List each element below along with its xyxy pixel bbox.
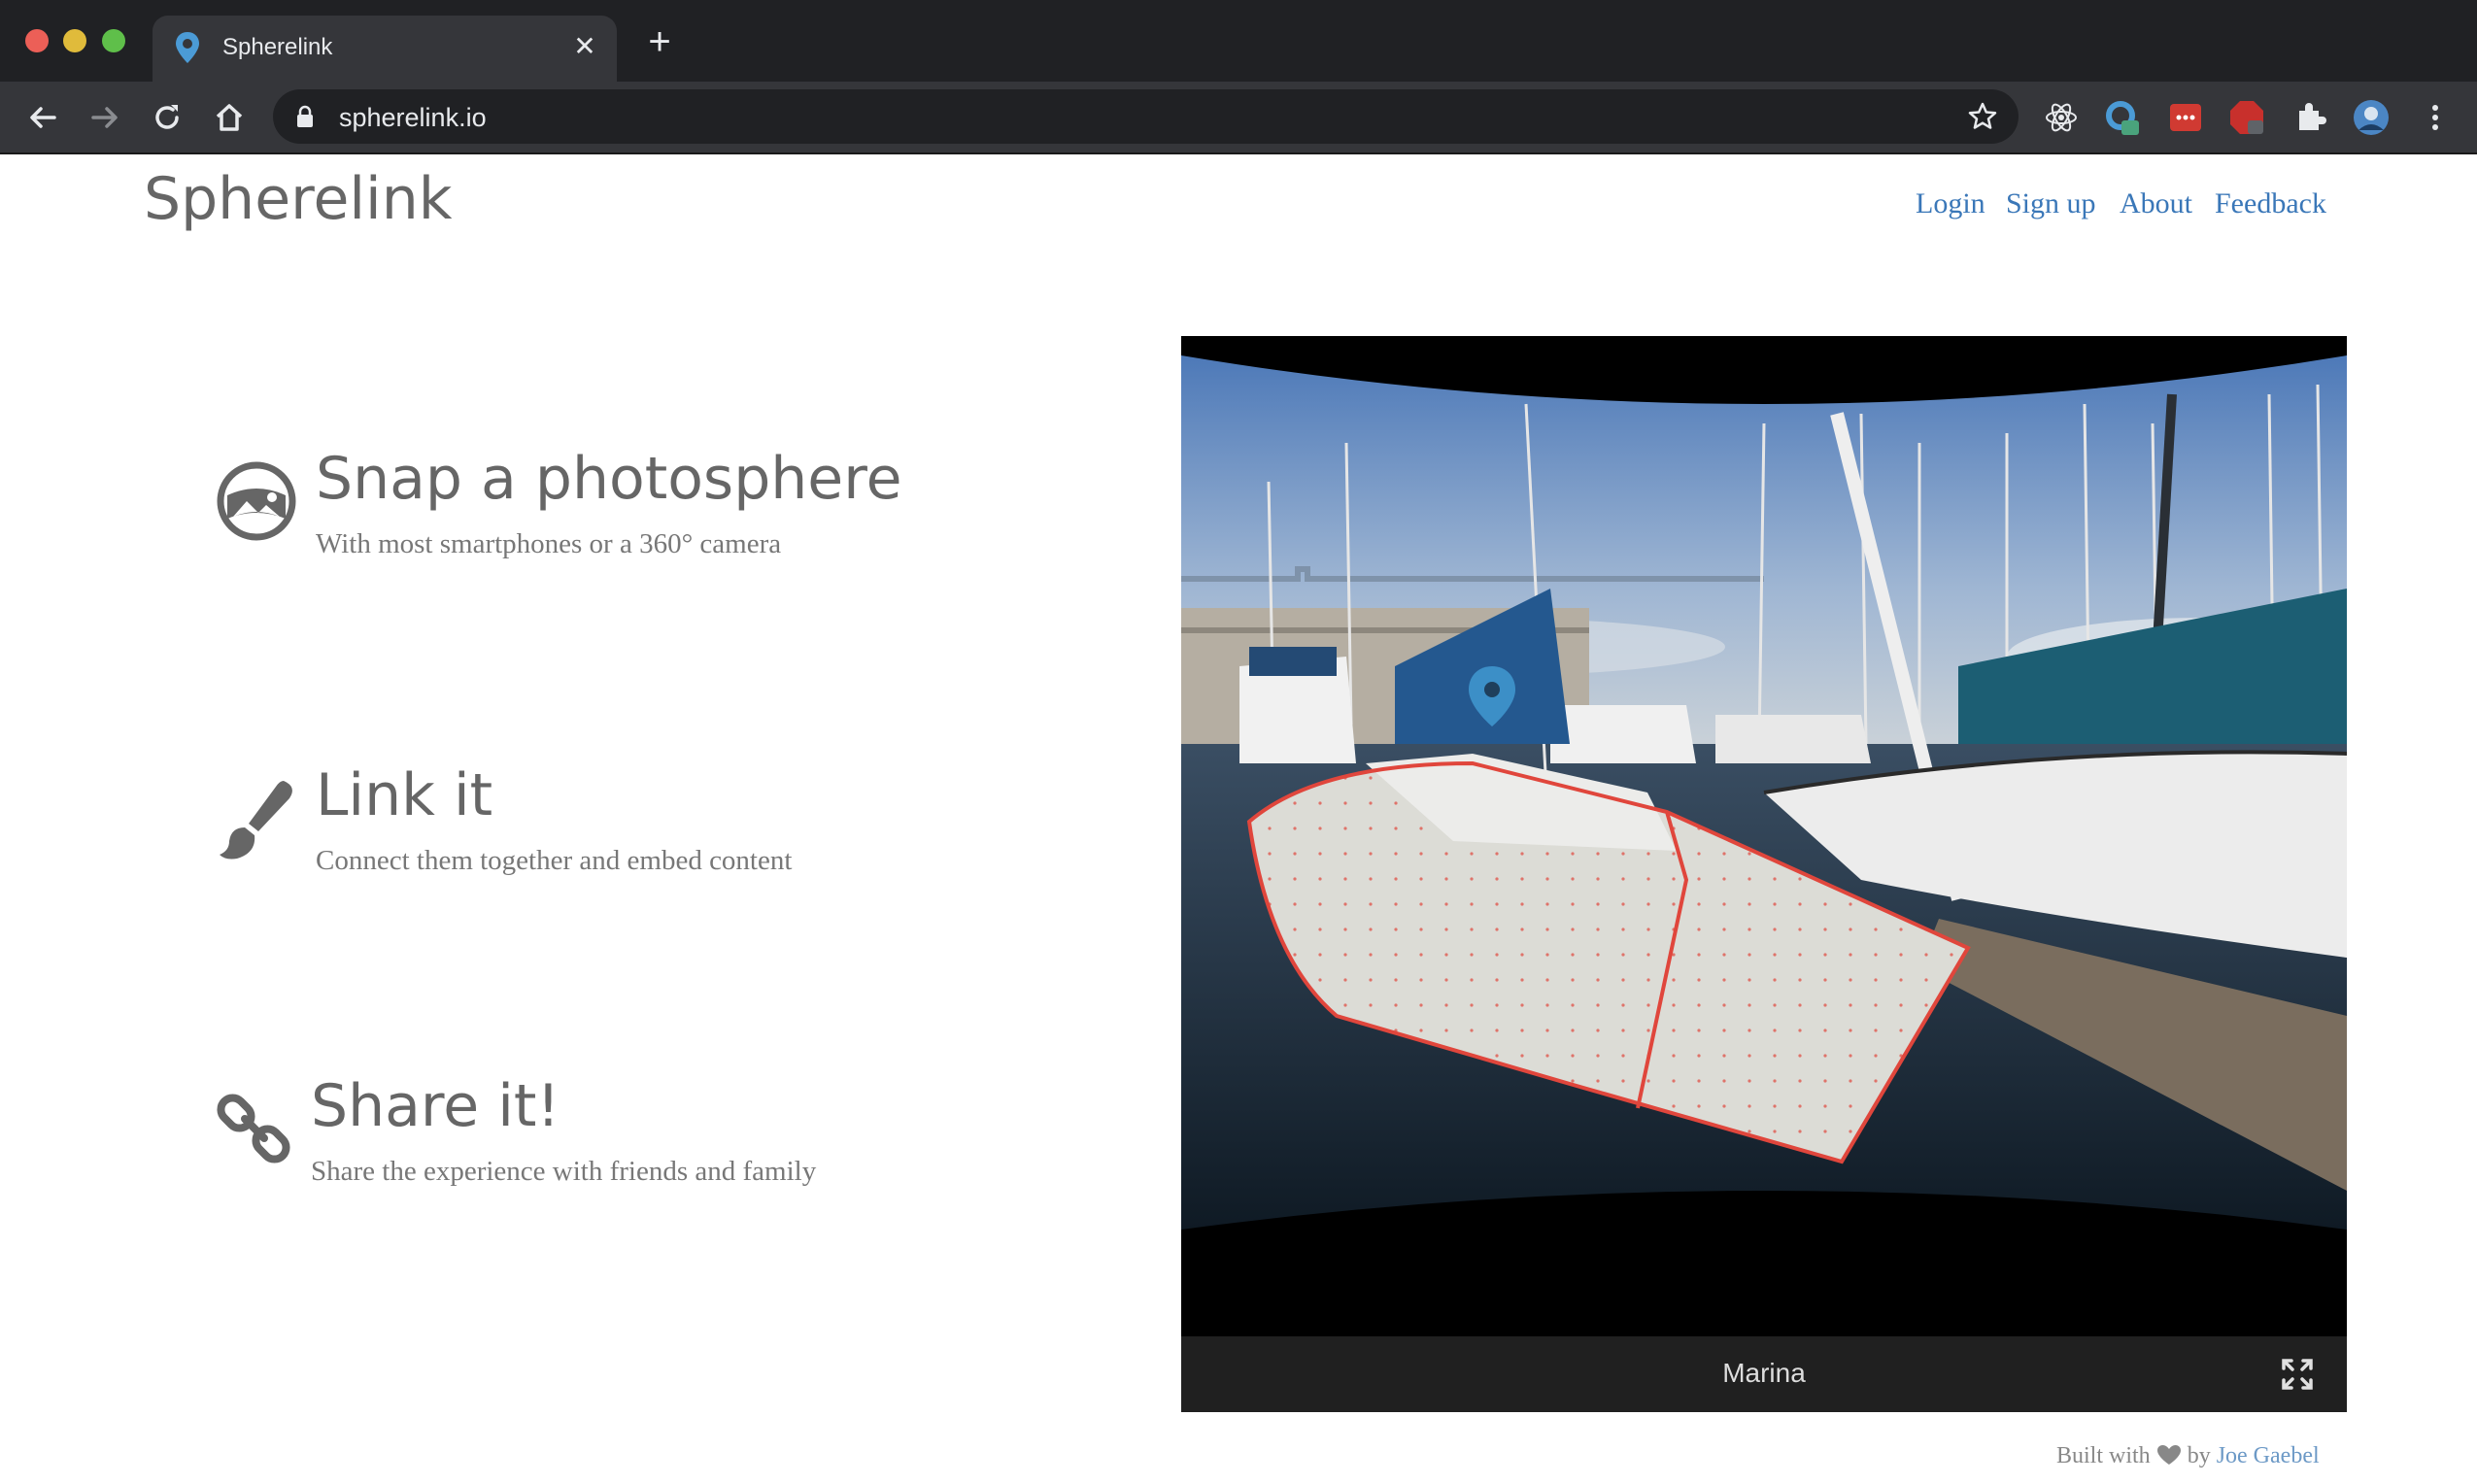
nav-login-link[interactable]: Login: [1916, 187, 1985, 220]
feature-share-title: Share it!: [311, 1072, 560, 1140]
feature-snap-subtitle: With most smartphones or a 360° camera: [316, 528, 782, 559]
heart-icon: [2156, 1445, 2181, 1466]
address-bar[interactable]: spherelink.io: [273, 89, 2019, 144]
lock-icon: [297, 105, 313, 127]
feature-link-subtitle: Connect them together and embed content: [316, 845, 793, 876]
back-arrow-icon[interactable]: [25, 100, 60, 135]
author-link[interactable]: Joe Gaebel: [2217, 1443, 2320, 1468]
nav-signup-link[interactable]: Sign up: [2006, 187, 2096, 220]
site-logo[interactable]: Spherelink: [144, 165, 453, 233]
paintbrush-icon: [220, 781, 292, 860]
bookmark-star-icon[interactable]: [1967, 101, 1998, 132]
url-text: spherelink.io: [339, 103, 487, 132]
extension-circle-icon[interactable]: [2104, 99, 2141, 136]
adblock-plus-icon[interactable]: [2228, 99, 2265, 136]
viewer-caption: Marina: [1722, 1358, 1806, 1388]
nav-about-link[interactable]: About: [2120, 187, 2192, 220]
chrome-divider: [0, 152, 2477, 154]
profile-avatar-icon[interactable]: [2353, 99, 2390, 136]
map-pin-favicon-icon: [176, 32, 199, 63]
browser-tab-strip: Spherelink ✕ +: [0, 0, 2477, 82]
footer-credit: Built with by Joe Gaebel: [2056, 1443, 2320, 1469]
browser-toolbar: spherelink.io: [0, 82, 2477, 153]
home-icon[interactable]: [212, 100, 247, 135]
footer-built-with: Built with: [2056, 1443, 2151, 1468]
tab-title: Spherelink: [222, 34, 333, 60]
nav-feedback-link[interactable]: Feedback: [2215, 187, 2326, 220]
photosphere-viewer[interactable]: Marina: [1181, 336, 2347, 1412]
extensions-puzzle-icon[interactable]: [2291, 99, 2328, 136]
zoom-window-button[interactable]: [102, 29, 125, 52]
photosphere-icon: [217, 461, 296, 541]
feature-share-subtitle: Share the experience with friends and fa…: [311, 1156, 817, 1187]
chain-link-icon: [217, 1094, 290, 1164]
browser-tab[interactable]: Spherelink ✕: [153, 16, 617, 82]
footer-by: by: [2187, 1443, 2211, 1468]
minimize-window-button[interactable]: [63, 29, 86, 52]
close-tab-icon[interactable]: ✕: [570, 32, 599, 61]
close-window-button[interactable]: [25, 29, 49, 52]
forward-arrow-icon[interactable]: [87, 100, 122, 135]
viewer-caption-bar: Marina: [1181, 1336, 2347, 1412]
browser-menu-icon[interactable]: [2417, 99, 2454, 136]
new-tab-icon[interactable]: +: [645, 22, 674, 61]
fullscreen-expand-icon[interactable]: [2281, 1358, 2314, 1391]
panorama-image[interactable]: [1181, 336, 2347, 1336]
extension-dots-icon[interactable]: [2167, 99, 2204, 136]
feature-snap-title: Snap a photosphere: [316, 445, 902, 513]
react-devtools-icon[interactable]: [2043, 99, 2080, 136]
feature-link-title: Link it: [316, 761, 493, 829]
reload-icon[interactable]: [150, 100, 185, 135]
